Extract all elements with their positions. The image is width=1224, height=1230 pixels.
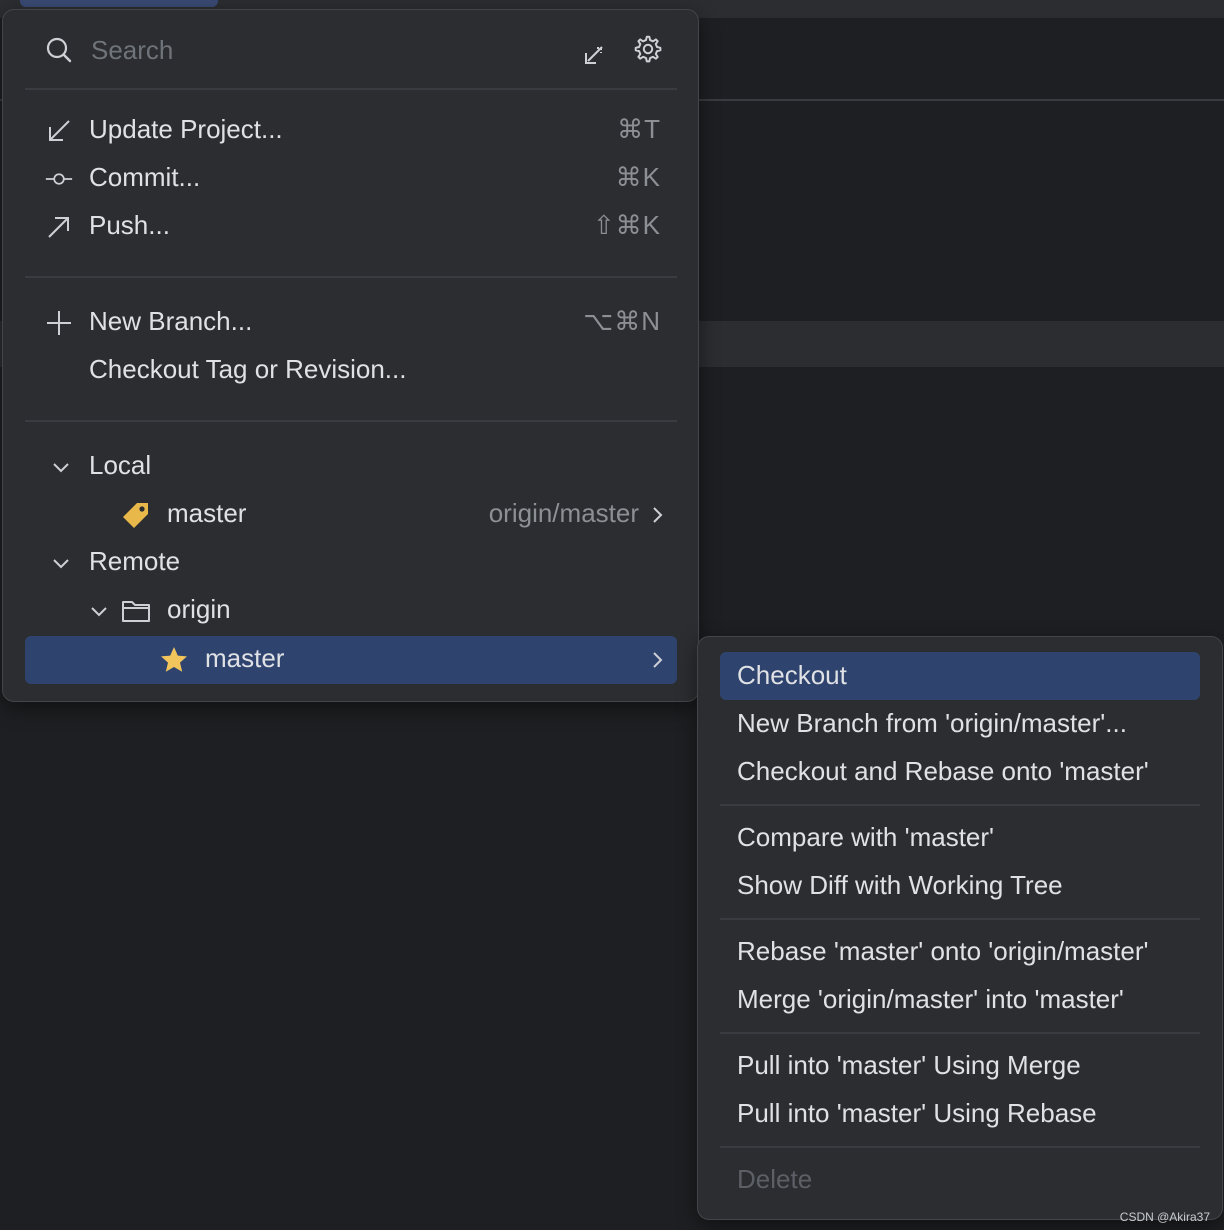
menu-item-label: Compare with 'master' xyxy=(737,822,995,852)
local-branch-name: master xyxy=(167,498,247,528)
git-branches-popup: Update Project... ⌘T Commit... ⌘K Push..… xyxy=(2,9,699,702)
menu-item-label: Pull into 'master' Using Merge xyxy=(737,1050,1081,1080)
new-branch-item[interactable]: New Branch... ⌥⌘N xyxy=(25,299,677,347)
tag-icon xyxy=(123,503,148,528)
merge-menu-item[interactable]: Merge 'origin/master' into 'master' xyxy=(720,976,1200,1024)
separator xyxy=(25,420,677,422)
new-branch-label: New Branch... xyxy=(89,306,253,336)
update-arrow-icon xyxy=(49,120,70,141)
menu-item-label: Rebase 'master' onto 'origin/master' xyxy=(737,936,1149,966)
tracking-branch-label: origin/master xyxy=(488,498,639,528)
menu-item-label: Pull into 'master' Using Rebase xyxy=(737,1098,1097,1128)
menu-item-label: Merge 'origin/master' into 'master' xyxy=(737,984,1124,1014)
pull-rebase-menu-item[interactable]: Pull into 'master' Using Rebase xyxy=(720,1090,1200,1138)
separator xyxy=(25,276,677,278)
local-branch-master[interactable]: master origin/master xyxy=(25,491,677,539)
commit-icon xyxy=(45,173,73,185)
update-project-label: Update Project... xyxy=(89,114,283,144)
push-arrow-icon xyxy=(48,217,69,238)
separator xyxy=(25,88,677,90)
menu-item-label: Delete xyxy=(737,1164,813,1194)
menu-item-label: New Branch from 'origin/master'... xyxy=(737,708,1127,738)
search-input[interactable] xyxy=(91,30,561,70)
tree-node-remote[interactable]: Remote xyxy=(25,539,677,587)
chevron-down-icon xyxy=(53,463,69,473)
pull-merge-menu-item[interactable]: Pull into 'master' Using Merge xyxy=(720,1042,1200,1090)
checkout-tag-label: Checkout Tag or Revision... xyxy=(89,354,407,384)
separator xyxy=(720,804,1200,806)
star-icon xyxy=(161,647,187,672)
rebase-menu-item[interactable]: Rebase 'master' onto 'origin/master' xyxy=(720,928,1200,976)
commit-item[interactable]: Commit... ⌘K xyxy=(25,155,677,203)
chevron-right-icon xyxy=(653,652,663,668)
new-branch-from-menu-item[interactable]: New Branch from 'origin/master'... xyxy=(720,700,1200,748)
remote-label: Remote xyxy=(89,546,181,576)
delete-menu-item: Delete xyxy=(720,1156,1200,1204)
push-shortcut: ⇧⌘K xyxy=(592,210,661,240)
checkout-tag-item[interactable]: Checkout Tag or Revision... xyxy=(25,347,677,395)
separator xyxy=(720,1032,1200,1034)
menu-item-label: Checkout and Rebase onto 'master' xyxy=(737,756,1149,786)
plus-icon xyxy=(47,311,71,335)
tree-node-origin[interactable]: origin xyxy=(25,587,677,635)
remote-origin-name: origin xyxy=(167,594,231,624)
separator xyxy=(720,918,1200,920)
tree-node-local[interactable]: Local xyxy=(25,443,677,491)
remote-branch-name: master xyxy=(205,643,285,673)
local-label: Local xyxy=(89,450,152,480)
branch-actions-submenu: Checkout New Branch from 'origin/master'… xyxy=(697,636,1223,1220)
gear-icon[interactable] xyxy=(633,34,663,64)
checkout-menu-item[interactable]: Checkout xyxy=(720,652,1200,700)
folder-icon xyxy=(122,601,150,622)
separator xyxy=(720,1146,1200,1148)
chevron-right-icon xyxy=(653,507,663,523)
update-project-shortcut: ⌘T xyxy=(617,114,661,144)
search-icon xyxy=(46,37,72,63)
search-row xyxy=(3,10,698,90)
commit-label: Commit... xyxy=(89,162,201,192)
chevron-down-icon xyxy=(91,607,107,617)
show-diff-menu-item[interactable]: Show Diff with Working Tree xyxy=(720,862,1200,910)
new-branch-shortcut: ⌥⌘N xyxy=(583,306,661,336)
watermark: CSDN @Akira37 xyxy=(1119,1210,1210,1224)
push-item[interactable]: Push... ⇧⌘K xyxy=(25,203,677,251)
collapse-all-icon[interactable] xyxy=(581,44,605,68)
push-label: Push... xyxy=(89,210,170,240)
checkout-and-rebase-menu-item[interactable]: Checkout and Rebase onto 'master' xyxy=(720,748,1200,796)
menu-item-label: Show Diff with Working Tree xyxy=(737,870,1063,900)
update-project-item[interactable]: Update Project... ⌘T xyxy=(25,107,677,155)
active-tab-indicator xyxy=(20,0,218,7)
menu-item-label: Checkout xyxy=(737,660,847,690)
chevron-down-icon xyxy=(53,559,69,569)
remote-branch-master[interactable]: master xyxy=(25,636,677,684)
commit-shortcut: ⌘K xyxy=(615,162,661,192)
compare-with-menu-item[interactable]: Compare with 'master' xyxy=(720,814,1200,862)
